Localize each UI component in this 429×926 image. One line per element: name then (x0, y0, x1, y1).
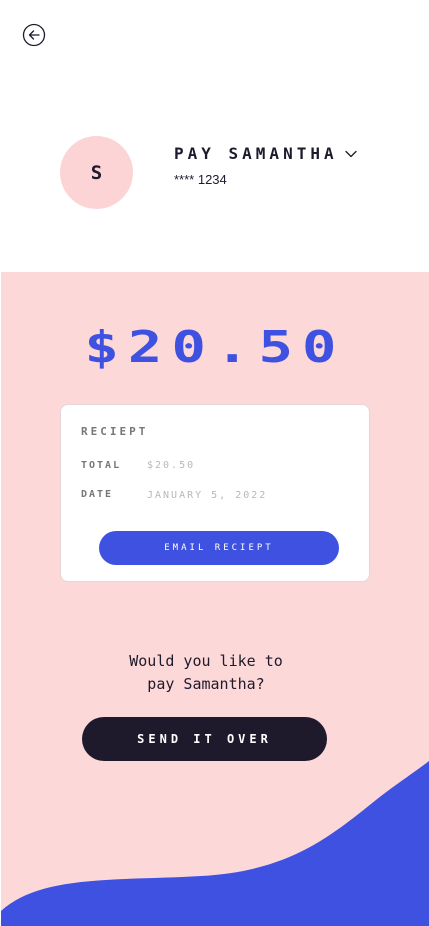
prompt-line-2: pay Samantha? (147, 675, 265, 693)
total-label: TOTAL (81, 460, 122, 471)
decorative-wave (1, 761, 429, 926)
payment-panel: $20.50 RECIEPT TOTAL $20.50 DATE JANUARY… (1, 272, 429, 926)
payee-title: PAY SAMANTHA (174, 144, 338, 163)
confirm-prompt: Would you like to pay Samantha? (1, 650, 411, 696)
date-value: JANUARY 5, 2022 (147, 490, 268, 501)
payment-amount: $20.50 (84, 322, 346, 373)
email-receipt-button[interactable]: EMAIL RECIEPT (99, 531, 339, 565)
back-button[interactable] (22, 23, 46, 47)
arrow-left-circle-icon (22, 23, 46, 47)
send-it-over-button[interactable]: SEND IT OVER (82, 717, 327, 761)
date-label: DATE (81, 489, 114, 500)
avatar-initial: S (90, 161, 103, 184)
receipt-card: RECIEPT TOTAL $20.50 DATE JANUARY 5, 202… (60, 404, 370, 582)
payee-selector[interactable]: PAY SAMANTHA (174, 144, 358, 163)
avatar: S (60, 136, 133, 209)
chevron-down-icon (344, 150, 357, 157)
prompt-line-1: Would you like to (129, 652, 283, 670)
masked-card-number: **** 1234 (174, 172, 227, 187)
total-value: $20.50 (147, 460, 196, 471)
receipt-title: RECIEPT (81, 425, 149, 438)
